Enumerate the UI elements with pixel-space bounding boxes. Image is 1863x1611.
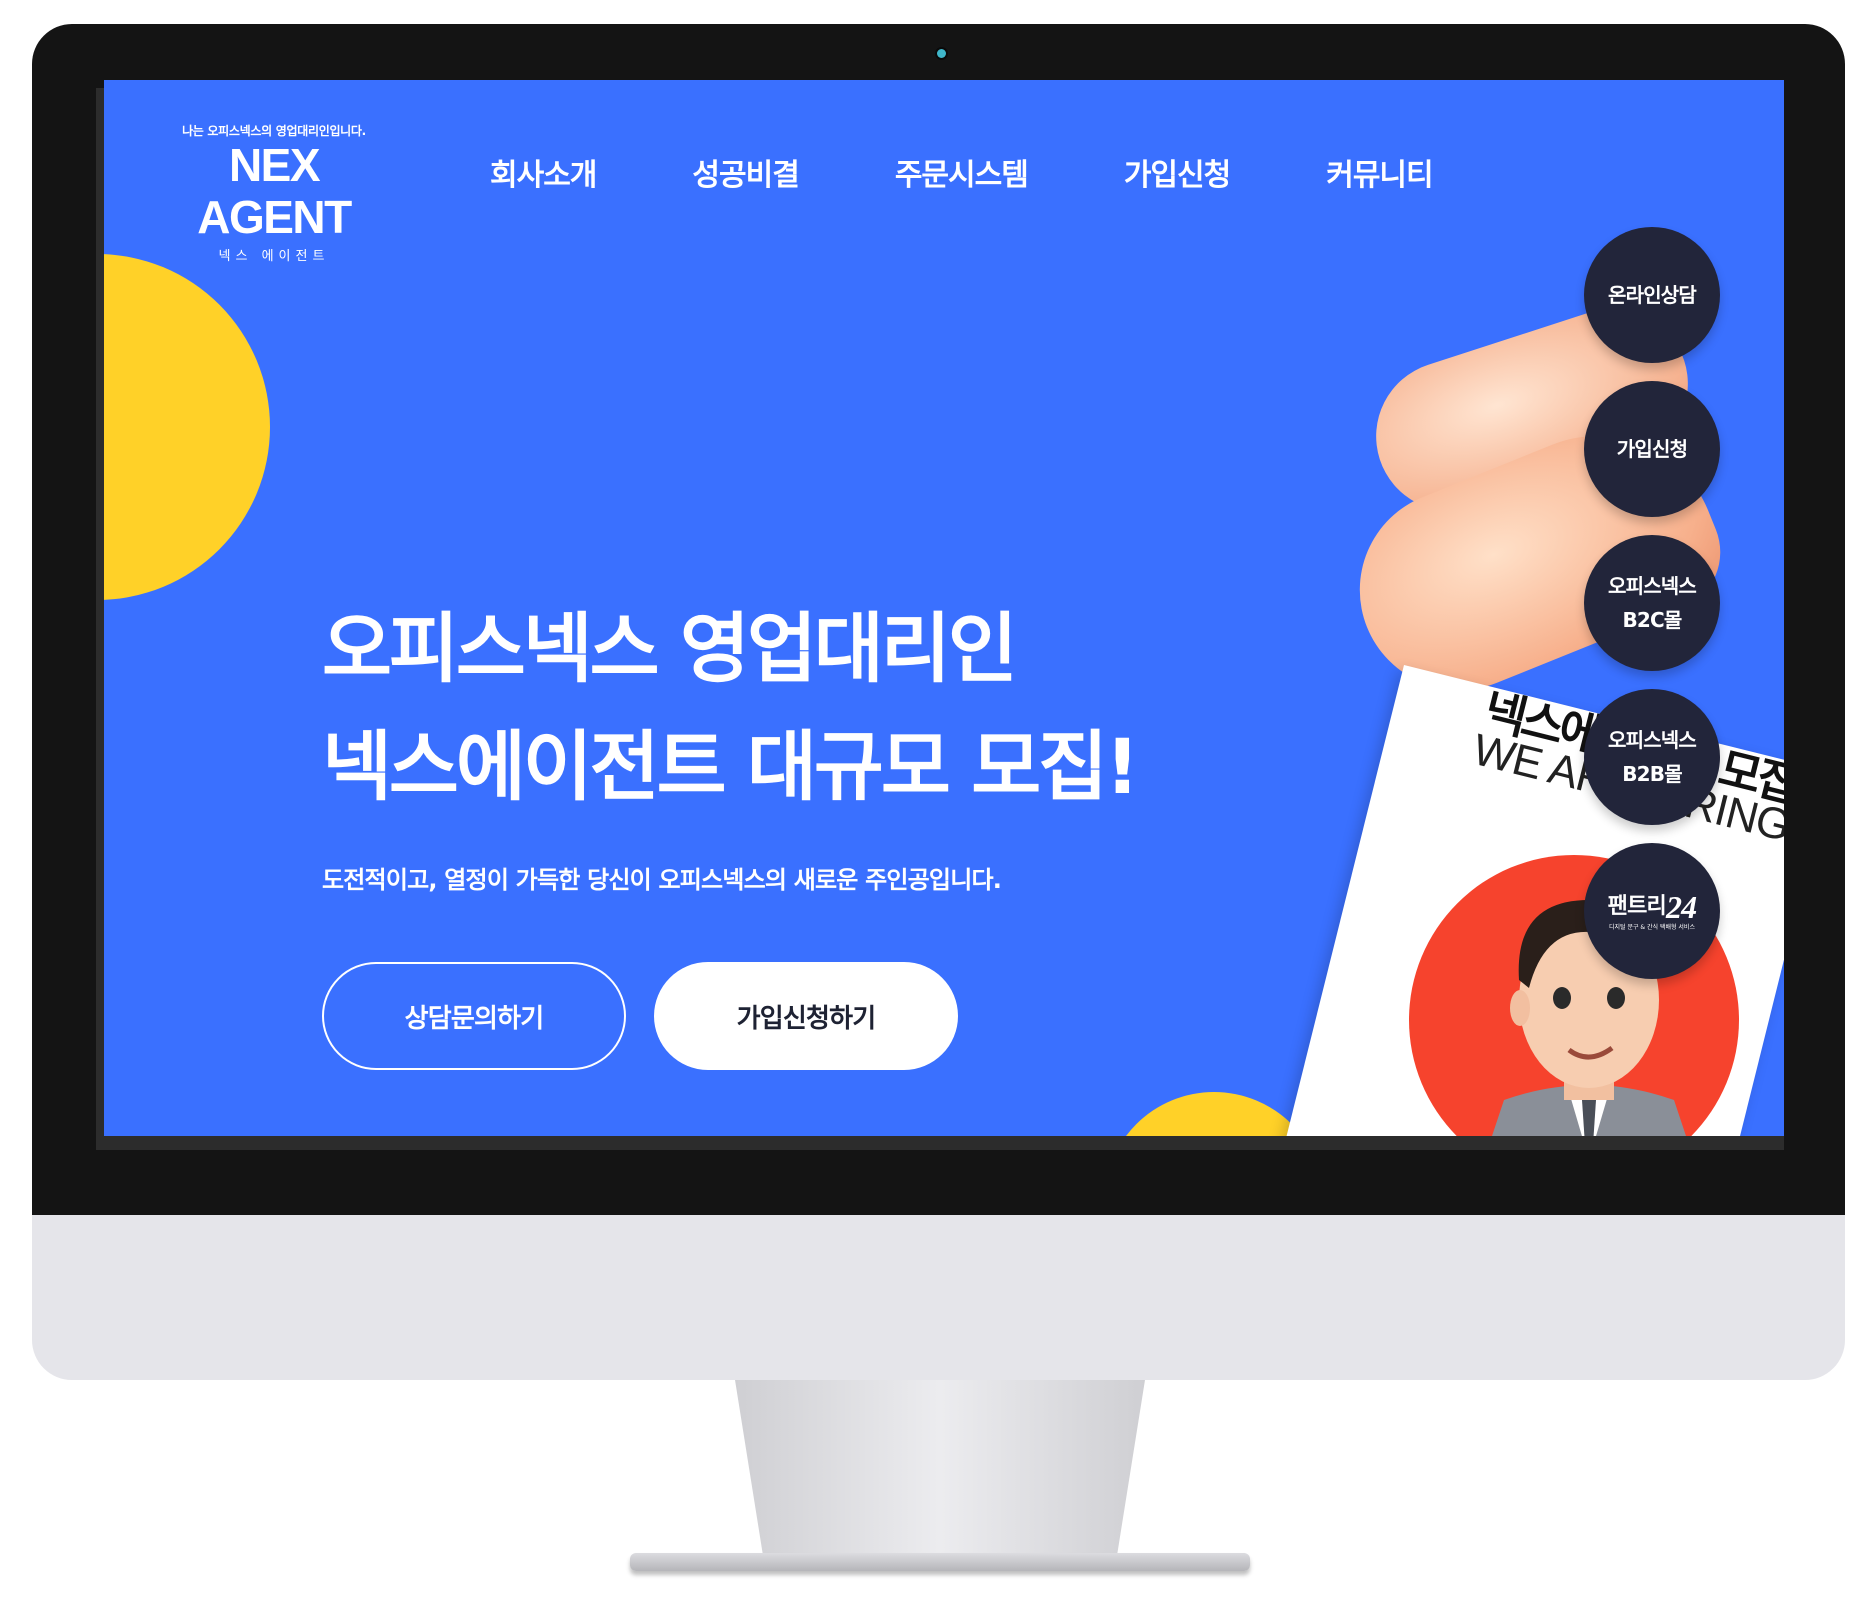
camera-icon	[937, 49, 946, 58]
nav-item-order-system[interactable]: 주문시스템	[895, 150, 1029, 194]
screen-bottom-edge	[96, 1136, 1784, 1150]
b2b-mall-label-1: 오피스넥스	[1608, 728, 1697, 752]
pantry24-logo: 팬트리 24	[1607, 889, 1698, 925]
hero-description: 도전적이고, 열정이 가득한 당신이 오피스넥스의 새로운 주인공입니다.	[322, 866, 1002, 894]
b2c-mall-button[interactable]: 오피스넥스 B2C몰	[1584, 535, 1720, 671]
logo-wordmark: NEX AGENT	[197, 139, 352, 243]
logo-tagline: 나는 오피스넥스의 영업대리인입니다.	[182, 124, 366, 138]
signup-button[interactable]: 가입신청하기	[654, 962, 958, 1070]
hero-title: 오피스넥스 영업대리인 넥스에이전트 대규모 모집!	[322, 590, 1140, 826]
float-signup-label: 가입신청	[1616, 437, 1688, 461]
monitor-stand-base	[630, 1553, 1250, 1571]
logo-subtitle: 넥스 에이전트	[218, 249, 330, 264]
b2b-mall-button[interactable]: 오피스넥스 B2B몰	[1584, 689, 1720, 825]
screen: 나는 오피스넥스의 영업대리인입니다. NEX AGENT 넥스 에이전트 회사…	[104, 80, 1784, 1136]
pantry24-tagline: 디지털 문구 & 간식 택배형 서비스	[1609, 924, 1695, 931]
logo[interactable]: 나는 오피스넥스의 영업대리인입니다. NEX AGENT 넥스 에이전트	[164, 122, 384, 264]
nav-item-company[interactable]: 회사소개	[490, 150, 597, 194]
monitor-stand	[735, 1380, 1145, 1560]
b2b-mall-label-2: B2B몰	[1622, 762, 1682, 786]
pantry24-button[interactable]: 팬트리 24 디지털 문구 & 간식 택배형 서비스	[1584, 843, 1720, 979]
pantry24-number: 24	[1665, 889, 1697, 925]
consult-button[interactable]: 상담문의하기	[322, 962, 626, 1070]
b2c-mall-label-1: 오피스넥스	[1608, 574, 1697, 598]
pantry24-name: 팬트리	[1607, 894, 1667, 919]
online-consult-label: 온라인상담	[1608, 283, 1697, 307]
hero-title-line1: 오피스넥스 영업대리인	[322, 604, 1018, 693]
main-nav: 회사소개 성공비결 주문시스템 가입신청 커뮤니티	[490, 150, 1529, 194]
screen-edge	[96, 88, 104, 1150]
float-signup-button[interactable]: 가입신청	[1584, 381, 1720, 517]
yellow-circle-decoration	[104, 254, 270, 600]
b2c-mall-label-2: B2C몰	[1622, 608, 1682, 632]
hero-title-line2: 넥스에이전트 대규모 모집!	[322, 722, 1140, 811]
online-consult-button[interactable]: 온라인상담	[1584, 227, 1720, 363]
nav-item-signup[interactable]: 가입신청	[1124, 150, 1231, 194]
nav-item-community[interactable]: 커뮤니티	[1326, 150, 1433, 194]
monitor-chin	[32, 1215, 1845, 1380]
nav-item-success[interactable]: 성공비결	[692, 150, 799, 194]
